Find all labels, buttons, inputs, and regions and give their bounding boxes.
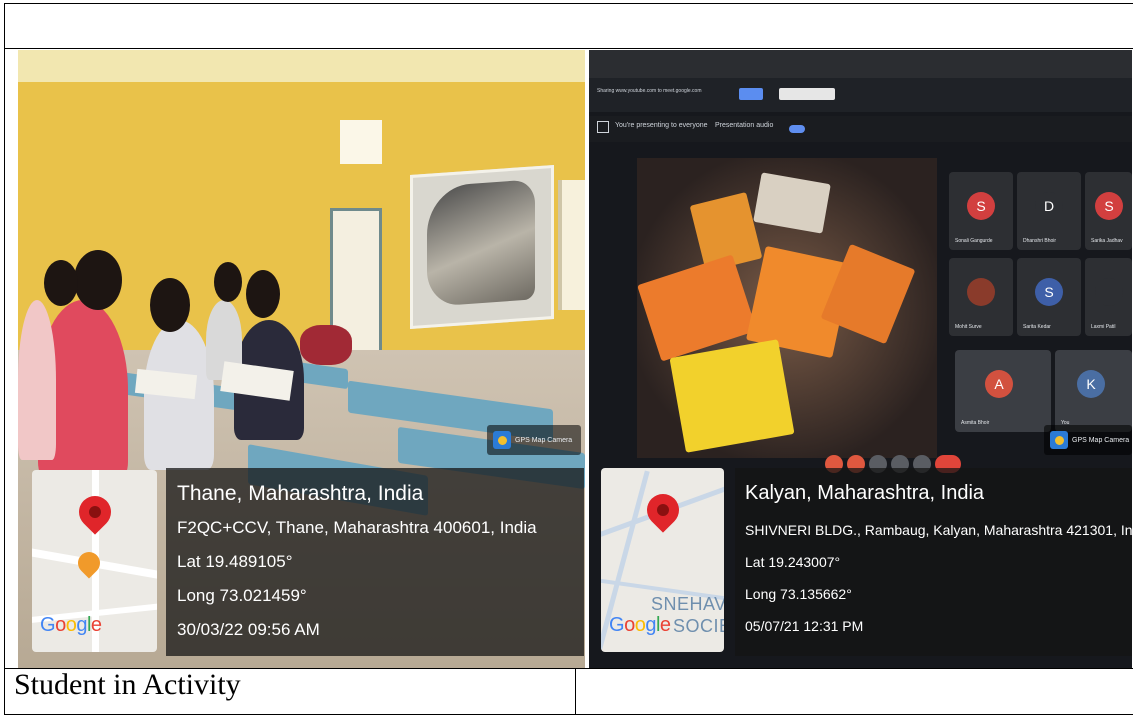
student-head [44,260,78,306]
participant-avatar: K [1077,370,1105,398]
student-head [214,262,242,302]
location-title: Thane, Maharashtra, India [177,482,424,505]
latitude: Lat 19.489105° [177,552,293,571]
participant-tile: K You [1055,350,1132,432]
google-logo: Google [40,614,102,636]
presenting-bar [589,116,1132,142]
projected-image [427,179,535,307]
map-area-label: SNEHAVA [651,594,724,614]
map-area-label: SOCIET [673,616,724,636]
screen-share-bar: Sharing www.youtube.com to meet.google.c… [589,78,1132,112]
participant-avatar [967,278,995,306]
location-pin-center [89,506,101,518]
student-head [150,278,190,332]
share-this-tab-button [779,88,835,100]
longitude: Long 73.021459° [177,586,307,605]
map-pin-icon [493,431,511,449]
participant-name: Asmita Bhoir [961,420,990,426]
online-session-photo: Sharing www.youtube.com to meet.google.c… [589,50,1132,668]
participant-tile: S Sarita Kedar [1017,258,1081,336]
book [753,172,831,234]
sharing-text: Sharing www.youtube.com to meet.google.c… [597,88,702,94]
participant-avatar [1095,278,1123,306]
participant-avatar: A [985,370,1013,398]
presentation-audio-toggle [789,125,805,133]
student-head [74,250,122,310]
presentation-audio-label: Presentation audio [715,122,774,129]
participant-avatar: S [1095,192,1123,220]
student-head [246,270,280,318]
figure-caption: Student in Activity [14,668,241,701]
participant-avatar: D [1035,192,1063,220]
photo-timestamp: 05/07/21 12:31 PM [745,618,864,634]
participant-tile: D Dhanshri Bhoir [1017,172,1081,250]
map-thumbnail: SNEHAVA Google SOCIET [601,468,724,652]
participant-tile: Mohit Surve [949,258,1013,336]
classroom-photo: GPS Map Camera Google Thane, Maharashtra… [18,50,585,668]
location-title: Kalyan, Maharashtra, India [745,482,985,504]
table-column-divider [575,668,576,715]
present-screen-icon [597,121,609,133]
badge-label: GPS Map Camera [1072,436,1130,444]
window [340,120,382,164]
presented-video [637,158,937,458]
student [18,300,56,460]
map-thumbnail: Google [32,470,157,652]
window [558,180,585,310]
ceiling [18,50,585,82]
participant-name: Sonali Gangurde [955,238,993,244]
participant-tile: A Asmita Bhoir [955,350,1051,432]
participant-tile: Laxmi Patil [1085,258,1132,336]
participant-avatar: S [967,192,995,220]
browser-tab-bar [589,50,1132,78]
restaurant-icon [73,547,105,579]
participant-tile: S Sonali Gangurde [949,172,1013,250]
gps-camera-badge: GPS Map Camera [487,425,581,455]
google-logo: Google [609,614,671,636]
participant-tile: S Sarika Jadhav [1085,172,1132,250]
location-address: F2QC+CCV, Thane, Maharashtra 400601, Ind… [177,518,537,537]
table-row-divider [4,48,1133,49]
book [669,339,795,453]
backpack [300,325,352,365]
latitude: Lat 19.243007° [745,554,841,570]
participant-name: Sarita Kedar [1023,324,1051,330]
gps-camera-badge: GPS Map Camera [1044,425,1132,455]
location-pin-center [657,504,669,516]
location-address: SHIVNERI BLDG., Rambaug, Kalyan, Maharas… [745,522,1132,538]
badge-label: GPS Map Camera [515,436,573,444]
map-pin-icon [1050,431,1068,449]
participant-avatar: S [1035,278,1063,306]
projector-screen [410,164,554,330]
participant-name: Sarika Jadhav [1091,238,1123,244]
participant-name: Laxmi Patil [1091,324,1116,330]
photo-timestamp: 30/03/22 09:56 AM [177,620,320,639]
participant-name: Dhanshri Bhoir [1023,238,1057,244]
participant-name: Mohit Surve [955,324,982,330]
longitude: Long 73.135662° [745,586,852,602]
stop-sharing-button [739,88,763,100]
presenting-text: You're presenting to everyone [615,122,708,129]
